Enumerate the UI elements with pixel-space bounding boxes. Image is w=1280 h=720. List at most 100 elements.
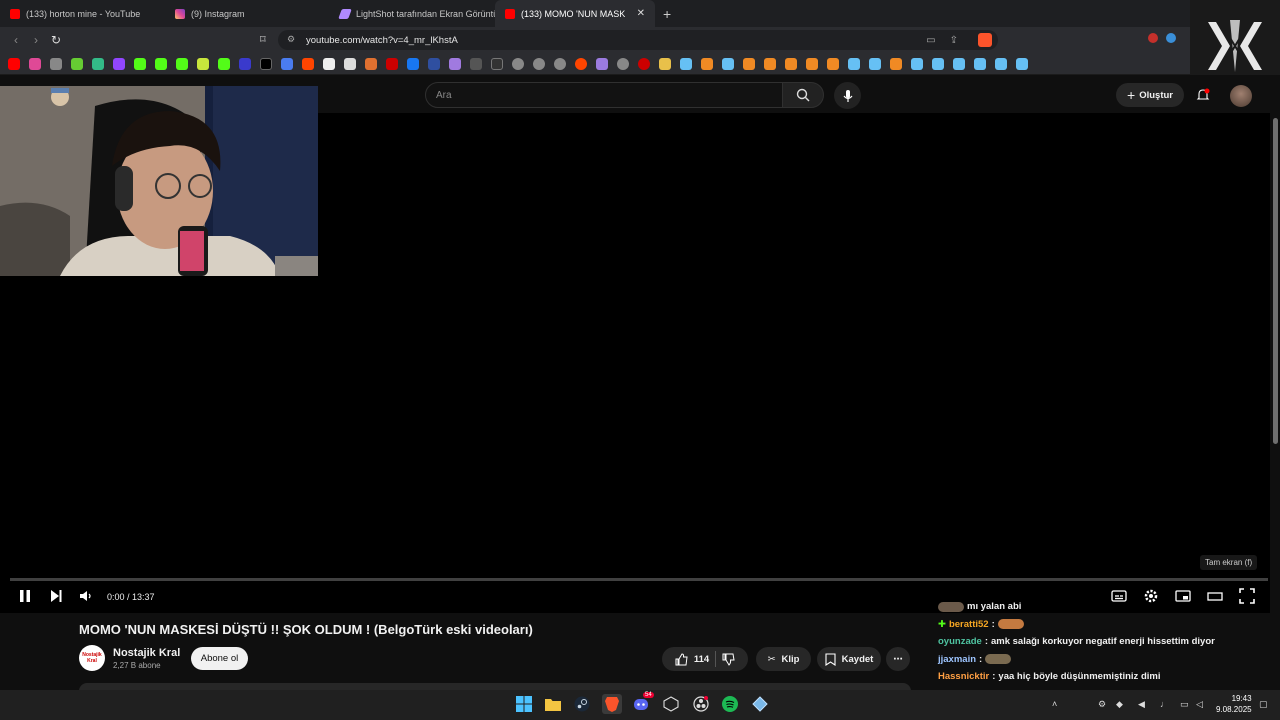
new-tab-button[interactable]: + [655, 6, 679, 22]
back-icon[interactable]: ‹ [6, 33, 26, 47]
brave-shield-icon[interactable] [978, 33, 992, 47]
steam-bookmark-icon[interactable] [953, 57, 965, 70]
progress-bar[interactable] [10, 578, 1268, 581]
next-button[interactable] [47, 587, 65, 605]
steam-bookmark-icon[interactable] [1016, 57, 1028, 70]
cast-icon[interactable]: ▭ [926, 35, 935, 46]
bookmark-icon[interactable] [470, 57, 482, 70]
steam-bookmark-icon[interactable] [869, 57, 881, 70]
browser-tab-momo[interactable]: (133) MOMO 'NUN MASKESİ DÜ ✕ [495, 0, 655, 27]
close-tab-icon[interactable]: ✕ [637, 8, 645, 19]
bookmark-icon[interactable] [596, 57, 608, 70]
volume-button[interactable] [77, 587, 95, 605]
voice-search-button[interactable] [834, 82, 861, 109]
instagram-bookmark-icon[interactable] [29, 57, 41, 70]
bookmark-icon[interactable] [701, 57, 713, 70]
ublock-icon[interactable] [1148, 33, 1158, 43]
speaker-icon[interactable]: ◀ [1138, 699, 1145, 710]
bookmark-icon[interactable] [890, 57, 902, 70]
steam-bookmark-icon[interactable] [848, 57, 860, 70]
bookmark-icon[interactable] [71, 57, 83, 70]
forward-icon[interactable]: › [26, 33, 46, 47]
subscribe-button[interactable]: Abone ol [191, 647, 248, 670]
bookmark-icon[interactable]: ⌑ [260, 33, 266, 46]
bookmark-icon[interactable] [554, 57, 566, 70]
system-clock[interactable]: 19:43 9.08.2025 [1216, 693, 1252, 715]
search-input[interactable]: Ara [425, 82, 783, 108]
folder-bookmark-icon[interactable] [659, 57, 671, 70]
browser-tab-instagram[interactable]: (9) Instagram [165, 0, 330, 27]
account-avatar[interactable] [1230, 85, 1252, 107]
microphone-tray-icon[interactable]: ♩ [1160, 699, 1169, 709]
bookmark-icon[interactable] [197, 57, 209, 70]
pause-button[interactable] [16, 587, 34, 605]
browser-tab-lightshot[interactable]: LightShot tarafından Ekran Görüntüs [330, 0, 495, 27]
channel-avatar[interactable]: Nostajik Kral [79, 645, 105, 671]
bookmark-icon[interactable] [323, 57, 335, 70]
windows-start-button[interactable] [514, 694, 534, 714]
bookmark-icon[interactable] [365, 57, 377, 70]
bookmark-icon[interactable] [428, 57, 440, 70]
notification-center-icon[interactable]: ▢ [1259, 699, 1268, 710]
discord-taskbar-button[interactable]: 54 [632, 692, 654, 714]
bookmark-icon[interactable] [806, 57, 818, 70]
more-actions-button[interactable]: ⋯ [886, 647, 910, 671]
kick-bookmark-icon[interactable] [176, 57, 188, 70]
file-explorer-button[interactable] [543, 694, 563, 714]
bookmark-icon[interactable] [743, 57, 755, 70]
bookmark-icon[interactable] [50, 57, 62, 70]
bookmark-icon[interactable] [281, 57, 293, 70]
steam-bookmark-icon[interactable] [932, 57, 944, 70]
clip-button[interactable]: ✂ Klip [756, 647, 811, 671]
like-button[interactable]: 114 [675, 652, 709, 666]
unity-taskbar-button[interactable] [661, 694, 681, 714]
bookmark-icon[interactable] [386, 57, 398, 70]
steam-bookmark-icon[interactable] [911, 57, 923, 70]
bookmark-icon[interactable] [533, 57, 545, 70]
kick-bookmark-icon[interactable] [155, 57, 167, 70]
notifications-bell-icon[interactable] [1196, 88, 1210, 102]
kick-bookmark-icon[interactable] [218, 57, 230, 70]
bookmark-icon[interactable] [827, 57, 839, 70]
bookmark-icon[interactable] [785, 57, 797, 70]
drive-bookmark-icon[interactable] [92, 57, 104, 70]
search-button[interactable] [782, 82, 824, 108]
reddit-bookmark-icon[interactable] [302, 57, 314, 70]
volume-tray-icon[interactable]: ◁ [1196, 699, 1203, 710]
bookmark-icon[interactable] [764, 57, 776, 70]
site-info-icon[interactable]: ⚙ [287, 34, 295, 45]
steam-bookmark-icon[interactable] [722, 57, 734, 70]
youtube-bookmark-icon[interactable] [8, 57, 20, 70]
twitch-bookmark-icon[interactable] [113, 57, 125, 70]
bookmark-icon[interactable] [512, 57, 524, 70]
wifi-extension-icon[interactable] [1166, 33, 1176, 43]
bookmark-icon[interactable] [617, 57, 629, 70]
steam-bookmark-icon[interactable] [974, 57, 986, 70]
reddit-bookmark-icon[interactable] [575, 57, 587, 70]
bookmark-icon[interactable] [407, 57, 419, 70]
steam-bookmark-icon[interactable] [680, 57, 692, 70]
steam-taskbar-button[interactable] [572, 694, 592, 714]
address-bar[interactable]: ⚙ youtube.com/watch?v=4_mr_lKhstA ▭ ⇪ [278, 30, 998, 50]
tray-app-icon[interactable]: ⚙ [1098, 699, 1106, 710]
create-button[interactable]: + Oluştur [1116, 83, 1184, 107]
spotify-taskbar-button[interactable] [720, 694, 740, 714]
reload-icon[interactable]: ↻ [46, 33, 66, 47]
app-taskbar-button[interactable] [750, 694, 770, 714]
share-icon[interactable]: ⇪ [950, 35, 958, 46]
scrollbar-thumb[interactable] [1273, 118, 1278, 444]
bookmark-icon[interactable] [638, 57, 650, 70]
channel-name[interactable]: Nostajik Kral [113, 647, 180, 659]
x-bookmark-icon[interactable] [260, 57, 272, 70]
display-tray-icon[interactable]: ▭ [1180, 699, 1189, 710]
bookmark-icon[interactable] [344, 57, 356, 70]
brave-taskbar-button[interactable] [602, 694, 622, 714]
steam-tray-icon[interactable]: ◆ [1116, 699, 1123, 710]
tray-overflow-icon[interactable]: ˄ [1052, 699, 1057, 709]
save-button[interactable]: Kaydet [817, 647, 881, 671]
kick-bookmark-icon[interactable] [134, 57, 146, 70]
obs-taskbar-button[interactable] [691, 694, 711, 714]
bookmark-icon[interactable] [239, 57, 251, 70]
browser-tab-horton[interactable]: (133) horton mine - YouTube [0, 0, 165, 27]
steam-bookmark-icon[interactable] [995, 57, 1007, 70]
